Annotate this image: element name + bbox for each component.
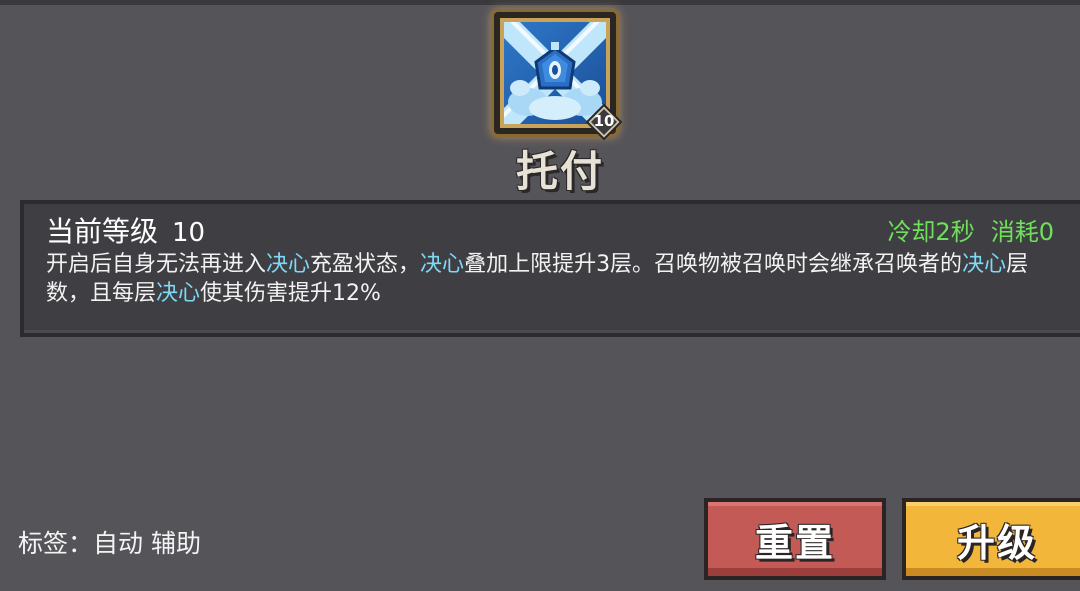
cost-info: 冷却2秒 消耗0 — [887, 212, 1054, 247]
skill-name: 托付 — [515, 147, 604, 196]
current-level-label: 当前等级 — [46, 215, 159, 248]
cooldown-text: 冷却2秒 — [887, 218, 975, 246]
skill-tags: 标签：自动 辅助 — [18, 524, 201, 560]
cost-text: 消耗0 — [990, 218, 1054, 246]
skill-description-text: 开启后自身无法再进入决心充盈状态，决心叠加上限提升3层。召唤物被召唤时会继承召唤… — [46, 250, 1056, 308]
desc-segment: 开启后自身无法再进入 — [46, 252, 267, 277]
current-level-value: 10 — [172, 218, 206, 248]
skill-description-panel: 当前等级 10 冷却2秒 消耗0 开启后自身无法再进入决心充盈状态，决心叠加上限提升… — [20, 200, 1080, 337]
desc-segment: 使其伤害提升12% — [200, 281, 381, 306]
skill-level-badge: 10 — [586, 104, 622, 140]
upgrade-button[interactable]: 升级 — [902, 498, 1080, 580]
keyword-determination: 决心 — [266, 252, 311, 277]
tag-support: 辅助 — [151, 529, 202, 558]
level-badge-text: 10 — [593, 112, 615, 130]
top-border — [0, 0, 1080, 5]
keyword-determination: 决心 — [962, 252, 1007, 277]
desc-segment: 叠加上限提升3层。召唤物被召唤时会继承召唤者的 — [464, 252, 963, 277]
tag-auto: 自动 — [93, 529, 144, 558]
keyword-determination: 决心 — [156, 281, 201, 306]
keyword-determination: 决心 — [420, 252, 465, 277]
current-level-title: 当前等级 10 — [46, 210, 205, 250]
reset-button[interactable]: 重置 — [704, 498, 886, 580]
desc-segment: 充盈状态， — [310, 252, 421, 277]
tags-label: 标签： — [18, 529, 94, 558]
